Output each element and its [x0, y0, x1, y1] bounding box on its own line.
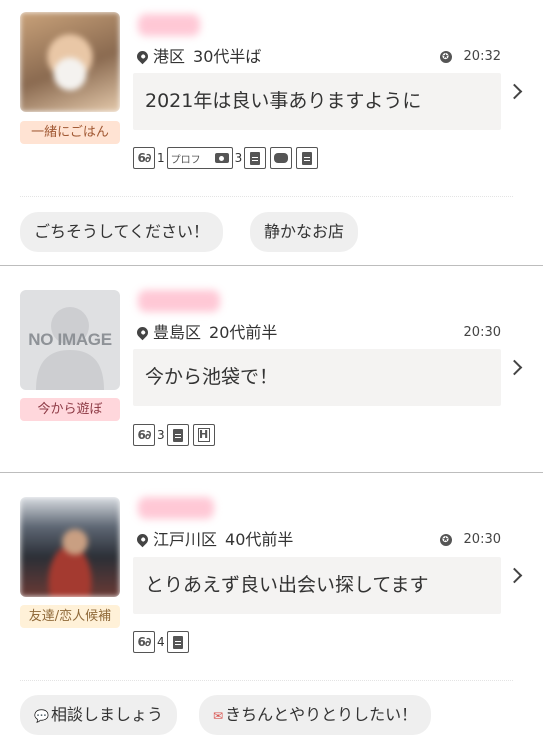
purpose-tag: 友達/恋人候補	[20, 605, 120, 628]
purpose-tag: 一緒にごはん	[20, 121, 120, 144]
tag-chip[interactable]: ごちそうしてください！	[20, 212, 224, 252]
post-meta: 港区 30代半ば ✪ 20:32	[134, 46, 503, 68]
memo-icon	[296, 147, 319, 169]
time-label: 20:30	[463, 325, 501, 340]
profile-photo-badge: プロフ	[166, 147, 233, 169]
username-blurred	[138, 497, 214, 519]
tag-chip-label: きちんとやりとりしたい！	[225, 705, 418, 724]
purpose-tag: 今から遊ぼ	[20, 398, 120, 421]
views-count: 4	[157, 635, 165, 649]
time-label: 20:30	[463, 532, 501, 547]
location-pin-icon	[134, 531, 151, 548]
avatar-photo	[20, 497, 120, 597]
location-pin-icon	[134, 324, 151, 341]
post-message[interactable]: とりあえず良い出会い探してます	[133, 557, 501, 614]
speech-bubble-icon: 💬	[34, 709, 49, 723]
post-meta: 江戸川区 40代前半 ✪ 20:30	[134, 529, 503, 551]
location-pin-icon	[134, 48, 151, 65]
chevron-right-icon[interactable]	[506, 359, 523, 376]
document-icon	[166, 424, 189, 446]
area-label: 港区	[153, 47, 186, 66]
chevron-right-icon[interactable]	[506, 567, 523, 584]
tag-chip[interactable]: 静かなお店	[250, 212, 359, 252]
age-label: 40代前半	[225, 530, 294, 549]
profile-icons: 6∂ 4	[133, 631, 189, 653]
glasses-icon: 6∂	[133, 424, 155, 446]
prof-label: プロフ	[170, 154, 201, 166]
camera-icon	[214, 153, 229, 163]
chat-bubble-icon	[270, 147, 293, 169]
time-label: 20:32	[463, 49, 501, 64]
hotel-icon: H	[192, 424, 215, 446]
post-time: ✪ 20:30	[439, 529, 501, 551]
tag-chip[interactable]: ✉ きちんとやりとりしたい！	[199, 695, 432, 735]
post-message[interactable]: 2021年は良い事ありますように	[133, 73, 501, 130]
age-label: 20代前半	[209, 323, 278, 342]
tag-chip-label: 相談しましょう	[50, 705, 163, 724]
envelope-icon: ✉	[213, 709, 224, 723]
tag-chip[interactable]: 💬 相談しましょう	[20, 695, 177, 735]
post-time: ✪ 20:32	[439, 46, 501, 68]
user-avatar[interactable]	[20, 497, 120, 597]
post-card-2[interactable]: NO IMAGE 今から遊ぼ 豊島区 20代前半 20:30 今から池袋で！ 6∂…	[0, 266, 543, 472]
post-meta: 豊島区 20代前半 20:30	[134, 322, 503, 344]
star-badge-icon: ✪	[439, 51, 452, 63]
age-label: 30代半ば	[193, 47, 262, 66]
area-label: 江戸川区	[153, 530, 218, 549]
user-avatar[interactable]	[20, 12, 120, 112]
chevron-right-icon[interactable]	[506, 83, 523, 100]
separator	[20, 196, 513, 197]
document-icon	[244, 147, 267, 169]
post-card-3[interactable]: 友達/恋人候補 江戸川区 40代前半 ✪ 20:30 とりあえず良い出会い探してます…	[0, 473, 543, 742]
avatar-photo	[20, 12, 120, 112]
separator	[20, 680, 513, 681]
username-blurred	[138, 290, 220, 312]
glasses-icon: 6∂	[133, 631, 155, 653]
username-blurred	[138, 14, 200, 36]
no-image-label: NO IMAGE	[28, 330, 112, 349]
area-label: 豊島区	[153, 323, 202, 342]
post-time: 20:30	[464, 322, 501, 344]
views-count: 1	[157, 151, 165, 165]
profile-icons: 6∂ 3 H	[133, 424, 215, 446]
star-badge-icon: ✪	[439, 534, 452, 546]
post-card-1[interactable]: 一緒にごはん 港区 30代半ば ✪ 20:32 2021年は良い事ありますように 6…	[0, 0, 543, 265]
document-icon	[166, 631, 189, 653]
views-count: 3	[157, 428, 165, 442]
post-message[interactable]: 今から池袋で！	[133, 349, 501, 406]
no-image-placeholder: NO IMAGE	[20, 290, 120, 390]
user-avatar[interactable]: NO IMAGE	[20, 290, 120, 390]
glasses-icon: 6∂	[133, 147, 155, 169]
profile-icons: 6∂ 1 プロフ 3	[133, 147, 319, 169]
photos-count: 3	[234, 151, 243, 165]
